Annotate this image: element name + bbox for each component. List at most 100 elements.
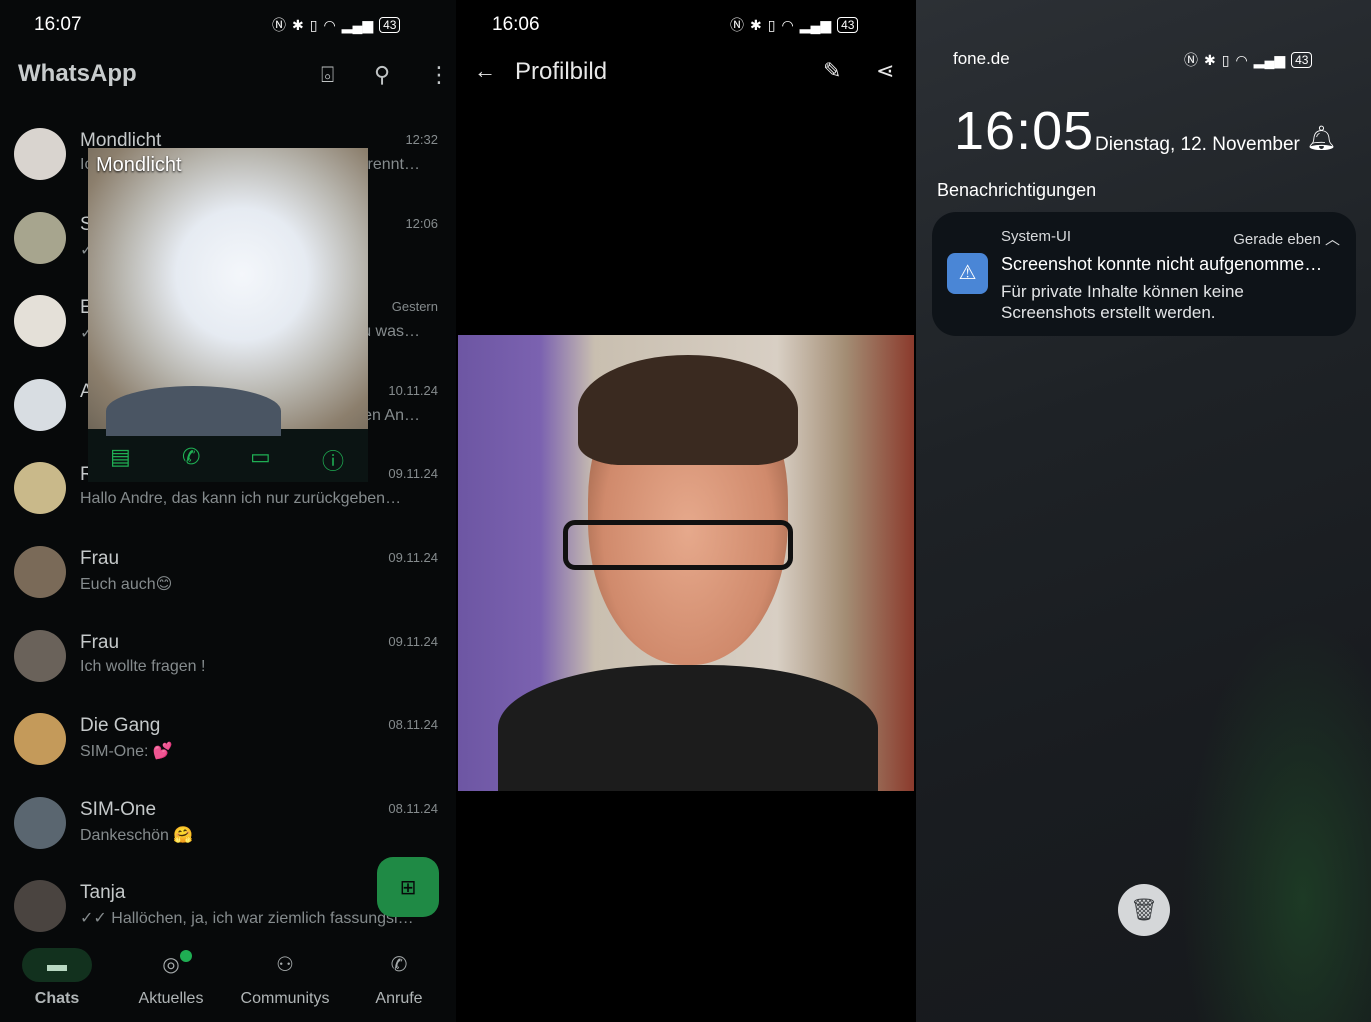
profile-popup[interactable]: Mondlicht ▤ ✆ ▭ ⓘ <box>88 148 368 482</box>
share-icon[interactable]: ⋖ <box>876 58 894 84</box>
nav-label: Aktuelles <box>138 990 204 1007</box>
chat-preview-end: rennt… <box>367 156 420 173</box>
call-icon[interactable]: ✆ <box>182 444 200 470</box>
clock: 16:05 <box>954 101 1095 161</box>
chat-row[interactable]: Frau Euch auch😊 09.11.24 <box>0 536 456 620</box>
profile-photo <box>458 335 914 791</box>
status-icon: ◎ <box>162 954 180 976</box>
nav-label: Chats <box>34 990 80 1007</box>
chat-date: 09.11.24 <box>388 633 438 649</box>
avatar[interactable] <box>14 629 66 682</box>
status-time: 16:06 <box>492 14 540 35</box>
page-title: Profilbild <box>515 58 608 85</box>
avatar[interactable] <box>14 462 66 515</box>
whatsapp-screen: 16:07 Ⓝ ✱ ▯ ◠ ▂▄▆ 43 WhatsApp ⌻ ⚲ ⋮ Mondlicht… <box>0 0 456 1022</box>
chat-preview: ✓✓ Hallöchen, ja, ich war ziemlich fassu… <box>80 910 414 928</box>
avatar[interactable] <box>14 713 66 766</box>
clear-notifications-button[interactable]: 🗑︎ <box>1118 884 1170 936</box>
notification-title: Screenshot konnte nicht aufgenomme… <box>1001 254 1323 274</box>
chat-preview: Ich wollte fragen ! <box>80 657 206 675</box>
search-icon[interactable]: ⚲ <box>374 62 390 88</box>
chat-date: Gestern <box>391 299 438 315</box>
bluetooth-icon: ✱ <box>292 16 304 33</box>
nfc-icon: Ⓝ <box>730 17 744 33</box>
chat-date: 08.11.24 <box>388 800 438 816</box>
chat-name: Die Gang <box>80 715 161 737</box>
notification-app: System-UI <box>1001 228 1072 245</box>
profile-picture-screen: 16:06 Ⓝ ✱ ▯ ◠ ▂▄▆ 43 ← Profilbild ✎ ⋖ <box>458 0 914 1022</box>
avatar[interactable] <box>14 295 66 348</box>
battery-indicator: 43 <box>379 17 401 33</box>
status-time: 16:07 <box>34 14 82 35</box>
status-icons: Ⓝ ✱ ▯ ◠ ▂▄▆ 43 <box>1184 50 1313 70</box>
vibrate-icon: ▯ <box>309 16 318 33</box>
chat-row[interactable]: Frau Ich wollte fragen ! 09.11.24 <box>0 620 456 704</box>
chat-date: 10.11.24 <box>388 382 438 398</box>
notification-time[interactable]: Gerade eben ︿ <box>1233 228 1340 249</box>
notification-body: Für private Inhalte können keine Screens… <box>1001 282 1244 322</box>
nav-label: Communitys <box>240 990 330 1007</box>
avatar[interactable] <box>14 880 66 933</box>
profile-photo[interactable] <box>88 148 368 436</box>
nav-label: Anrufe <box>375 990 423 1007</box>
notifications-heading: Benachrichtigungen <box>937 180 1097 200</box>
app-title: WhatsApp <box>18 60 137 87</box>
bottom-nav: ▬ Chats ◎ Aktuelles ⚇ Communitys ✆ Anrufe <box>0 940 456 1022</box>
chat-name: Frau <box>80 631 120 653</box>
back-arrow-icon[interactable]: ← <box>474 58 496 84</box>
bluetooth-icon: ✱ <box>750 16 762 33</box>
chat-name: Frau <box>80 548 120 569</box>
communities-icon: ⚇ <box>276 954 294 976</box>
popup-title: Mondlicht <box>96 154 182 176</box>
nav-aktuelles[interactable]: ◎ Aktuelles <box>114 940 228 1008</box>
nav-chats[interactable]: ▬ Chats <box>0 940 114 1008</box>
nav-anrufe[interactable]: ✆ Anrufe <box>342 940 456 1008</box>
notification-card[interactable]: ⚠ System-UI Gerade eben ︿ Screenshot kon… <box>932 212 1356 336</box>
chat-date: 12:06 <box>405 215 438 231</box>
vibrate-icon: ▯ <box>1221 51 1230 68</box>
chat-date: 09.11.24 <box>388 466 438 482</box>
new-chat-button[interactable]: ⊞ <box>377 857 439 917</box>
chat-preview-end: en An… <box>363 406 420 424</box>
chat-name: Tanja <box>80 882 126 904</box>
nfc-icon: Ⓝ <box>1184 52 1198 68</box>
avatar[interactable] <box>14 211 66 264</box>
nav-communitys[interactable]: ⚇ Communitys <box>228 940 342 1008</box>
chat-date: 09.11.24 <box>388 550 438 565</box>
signal-icon: ▂▄▆ <box>341 16 374 33</box>
info-icon[interactable]: ⓘ <box>322 444 344 476</box>
chat-preview: Dankeschön 🤗 <box>80 826 194 844</box>
chat-preview: Euch auch😊 <box>80 576 173 593</box>
message-icon[interactable]: ▤ <box>110 444 131 470</box>
avatar[interactable] <box>14 546 66 598</box>
notification-settings-icon[interactable]: 🔔︎ <box>1306 124 1336 153</box>
signal-icon: ▂▄▆ <box>1253 51 1286 68</box>
edit-pencil-icon[interactable]: ✎ <box>823 58 841 84</box>
calls-icon: ✆ <box>390 954 408 976</box>
chat-preview: Hallo Andre, das kann ich nur zurückgebe… <box>80 490 402 508</box>
chat-row[interactable]: Die Gang SIM-One: 💕 08.11.24 <box>0 703 456 787</box>
status-icons: Ⓝ ✱ ▯ ◠ ▂▄▆ 43 <box>730 15 859 35</box>
nfc-icon: Ⓝ <box>272 17 286 33</box>
chat-preview: SIM-One: 💕 <box>80 743 173 761</box>
avatar[interactable] <box>14 378 66 431</box>
lockscreen: fone.de Ⓝ ✱ ▯ ◠ ▂▄▆ 43 16:05 Dienstag, 12. No… <box>916 0 1371 1022</box>
avatar[interactable] <box>14 796 66 849</box>
chat-date: 12:32 <box>405 132 438 147</box>
camera-icon[interactable]: ⌻ <box>321 62 334 88</box>
chat-date: 08.11.24 <box>388 717 438 733</box>
chats-icon: ▬ <box>22 948 92 982</box>
bluetooth-icon: ✱ <box>1204 51 1216 68</box>
status-icons: Ⓝ ✱ ▯ ◠ ▂▄▆ 43 <box>272 15 401 35</box>
status-badge <box>180 950 192 962</box>
video-call-icon[interactable]: ▭ <box>250 444 271 470</box>
signal-icon: ▂▄▆ <box>799 16 832 33</box>
wifi-icon: ◠ <box>1235 51 1248 68</box>
wifi-icon: ◠ <box>323 16 336 33</box>
chevron-up-icon[interactable]: ︿ <box>1325 231 1340 248</box>
notification-time-text: Gerade eben <box>1233 231 1321 248</box>
avatar[interactable] <box>14 128 66 180</box>
trash-icon: 🗑︎ <box>1130 897 1158 922</box>
vibrate-icon: ▯ <box>767 16 776 33</box>
more-vert-icon[interactable]: ⋮ <box>428 62 450 88</box>
